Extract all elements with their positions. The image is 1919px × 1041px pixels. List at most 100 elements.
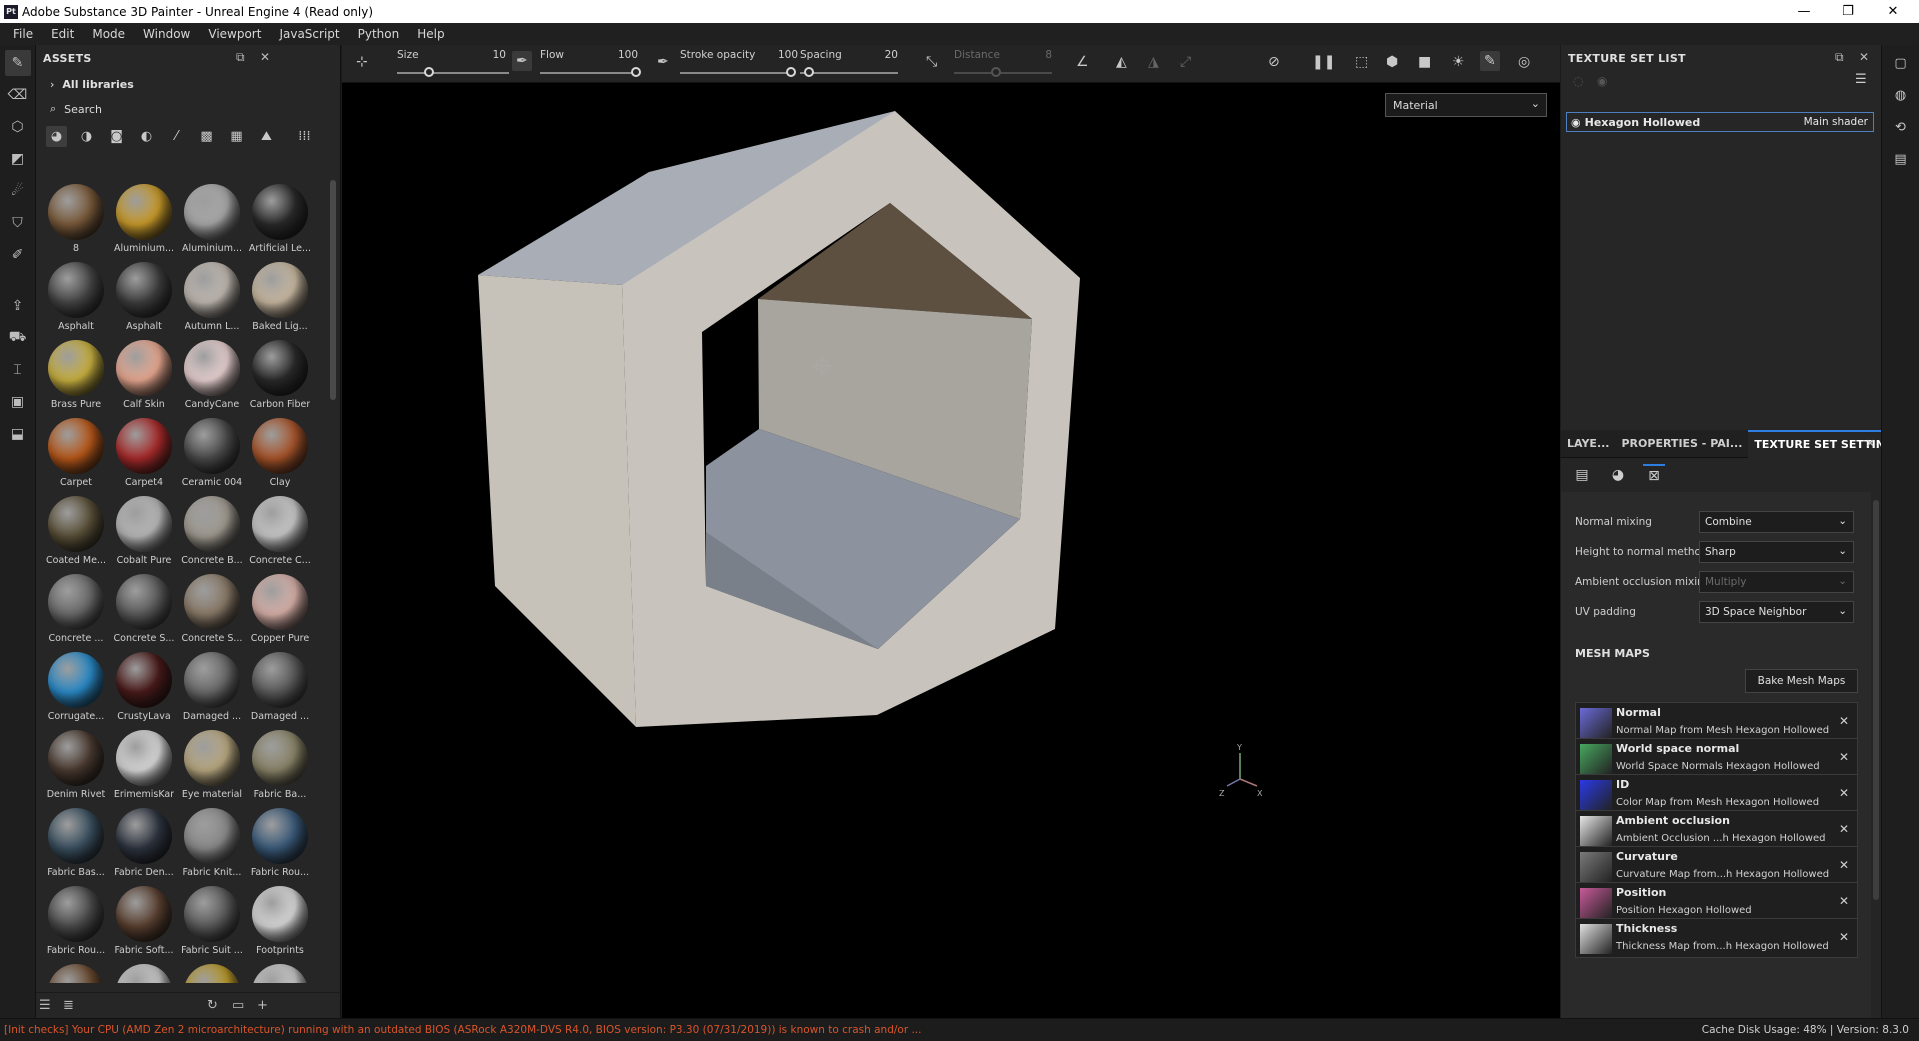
materials-filter-icon[interactable]: ◕ (46, 125, 67, 147)
undock-icon[interactable]: ⧉ (236, 50, 245, 65)
remove-map-icon[interactable]: ✕ (1839, 930, 1849, 944)
mesh-map-row[interactable]: Normal Normal Map from Mesh Hexagon Hollo… (1575, 702, 1858, 742)
texture-set-row[interactable]: ◉ Hexagon Hollowed Main shader (1566, 112, 1874, 132)
asset-thumbnail[interactable]: Autumn L... (178, 258, 246, 336)
asset-thumbnail[interactable]: Artificial Le... (246, 180, 314, 258)
pressure-pen-icon[interactable]: ✒ (512, 51, 532, 71)
spacing-slider-handle[interactable] (804, 67, 814, 77)
export-icon[interactable]: ⇪ (5, 293, 31, 319)
remove-map-icon[interactable]: ✕ (1839, 894, 1849, 908)
menu-mode[interactable]: Mode (83, 27, 134, 41)
tab-layers[interactable]: LAYE... (1561, 430, 1616, 458)
add-icon[interactable]: + (257, 998, 268, 1013)
stroke-opacity-slider[interactable] (680, 72, 790, 74)
asset-thumbnail[interactable]: Corrugate... (42, 648, 110, 726)
procedurals-filter-icon[interactable]: ▩ (196, 126, 217, 147)
size-slider-handle[interactable] (424, 67, 434, 77)
remove-map-icon[interactable]: ✕ (1839, 714, 1849, 728)
brushes-filter-icon[interactable]: ⁄ (166, 126, 187, 147)
minimize-button[interactable]: — (1787, 0, 1821, 23)
asset-thumbnail[interactable] (110, 960, 178, 983)
menu-edit[interactable]: Edit (42, 27, 83, 41)
menu-javascript[interactable]: JavaScript (270, 27, 348, 41)
color-picker-icon[interactable]: ✐ (5, 242, 31, 268)
undock-icon[interactable]: ⧉ (1835, 50, 1844, 65)
asset-thumbnail[interactable]: Concrete S... (110, 570, 178, 648)
mesh-map-row[interactable]: Ambient occlusion Ambient Occlusion ...h … (1575, 810, 1858, 850)
asset-thumbnail[interactable]: Cobalt Pure (110, 492, 178, 570)
close-panel-icon[interactable]: ✕ (1859, 50, 1869, 64)
asset-thumbnail[interactable]: Asphalt (42, 258, 110, 336)
close-window-button[interactable]: ✕ (1876, 0, 1910, 23)
asset-thumbnail[interactable]: Fabric Knit... (178, 804, 246, 882)
flow-value[interactable]: 100 (602, 49, 638, 61)
asset-thumbnail[interactable]: Concrete ... (42, 570, 110, 648)
mesh-map-row[interactable]: World space normal World Space Normals He… (1575, 738, 1858, 778)
tab-properties[interactable]: PROPERTIES - PAI... (1616, 430, 1749, 458)
asset-thumbnail[interactable]: ErimemisKar (110, 726, 178, 804)
asset-thumbnail[interactable]: Aluminium... (110, 180, 178, 258)
smudge-icon[interactable]: ☄ (5, 178, 31, 204)
settings-scrollbar[interactable] (1873, 500, 1879, 900)
transform-icon[interactable]: ⤢ (1180, 54, 1191, 70)
asset-thumbnail[interactable]: Brass Pure (42, 336, 110, 414)
measure-icon[interactable]: ⌶ (5, 357, 31, 383)
log-icon[interactable]: ▤ (1889, 147, 1913, 171)
asset-thumbnail[interactable]: Fabric Bas... (42, 804, 110, 882)
projection-icon[interactable]: ⬡ (5, 114, 31, 140)
display-settings-icon[interactable]: ▢ (1889, 51, 1913, 75)
search-input[interactable]: ⌕ Search (36, 97, 340, 121)
mesh-map-row[interactable]: Thickness Thickness Map from...h Hexagon … (1575, 918, 1858, 958)
asset-thumbnail[interactable]: CrustyLava (110, 648, 178, 726)
asset-thumbnail[interactable]: Calf Skin (110, 336, 178, 414)
mesh-map-row[interactable]: Position Position Hexagon Hollowed ✕ (1575, 882, 1858, 922)
hide-icon[interactable]: ⊘ (1268, 54, 1280, 70)
folder-icon[interactable]: ▭ (232, 998, 244, 1013)
asset-thumbnail[interactable]: Carpet4 (110, 414, 178, 492)
screenshot-icon[interactable]: ◎ (1518, 54, 1530, 70)
flow-slider[interactable] (540, 72, 636, 74)
paint-mode-icon[interactable]: ✎ (1480, 51, 1500, 71)
asset-thumbnail[interactable]: Concrete S... (178, 570, 246, 648)
alphas-filter-icon[interactable]: ◐ (136, 126, 157, 147)
asset-thumbnail[interactable]: Fabric Soft... (110, 882, 178, 960)
mesh-map-row[interactable]: Curvature Curvature Map from...h Hexagon … (1575, 846, 1858, 886)
height-method-select[interactable]: Sharp ⌄ (1699, 541, 1854, 563)
size-value[interactable]: 10 (472, 49, 506, 61)
mesh-map-row[interactable]: ID Color Map from Mesh Hexagon Hollowed ✕ (1575, 774, 1858, 814)
asset-thumbnail[interactable]: Coated Me... (42, 492, 110, 570)
normal-mixing-select[interactable]: Combine ⌄ (1699, 511, 1854, 533)
shader-settings-icon[interactable]: ◍ (1889, 83, 1913, 107)
refresh-icon[interactable]: ↻ (207, 998, 218, 1013)
mesh-maps-icon[interactable]: ⊠ (1643, 464, 1665, 486)
asset-thumbnail[interactable] (178, 960, 246, 983)
size-slider[interactable] (397, 72, 509, 74)
asset-thumbnail[interactable]: Fabric Rou... (246, 804, 314, 882)
asset-thumbnail[interactable]: Clay (246, 414, 314, 492)
stroke-opacity-value[interactable]: 100 (762, 49, 798, 61)
asset-thumbnail[interactable] (246, 960, 314, 983)
remove-map-icon[interactable]: ✕ (1839, 750, 1849, 764)
shader-name[interactable]: Main shader (1804, 116, 1868, 128)
asset-thumbnail[interactable]: Damaged ... (246, 648, 314, 726)
asset-thumbnail[interactable]: Baked Lig... (246, 258, 314, 336)
remove-map-icon[interactable]: ✕ (1839, 822, 1849, 836)
asset-thumbnail[interactable]: Damaged ... (178, 648, 246, 726)
lazy-mouse-icon[interactable]: ⤡ (926, 54, 937, 70)
asset-thumbnail[interactable]: 8 (42, 180, 110, 258)
asset-thumbnail[interactable]: Eye material (178, 726, 246, 804)
menu-python[interactable]: Python (349, 27, 409, 41)
status-warning[interactable]: [Init checks] Your CPU (AMD Zen 2 microa… (0, 1024, 921, 1036)
eye-icon[interactable]: ◉ (1597, 74, 1607, 88)
asset-thumbnail[interactable]: Footprints (246, 882, 314, 960)
visibility-eye-icon[interactable]: ◉ (1571, 116, 1581, 129)
asset-thumbnail[interactable]: Carpet (42, 414, 110, 492)
object-icon[interactable]: ⬢ (1386, 54, 1398, 70)
opacity-pen-icon[interactable]: ✒ (657, 54, 669, 70)
mirror-icon[interactable]: ◮ (1148, 54, 1159, 70)
eraser-icon[interactable]: ⌫ (5, 82, 31, 108)
asset-thumbnail[interactable]: Concrete B... (178, 492, 246, 570)
clone-stamp-icon[interactable]: ⛉ (5, 210, 31, 236)
geometry-fill-icon[interactable]: ◩ (5, 146, 31, 172)
asset-thumbnail[interactable] (42, 960, 110, 983)
